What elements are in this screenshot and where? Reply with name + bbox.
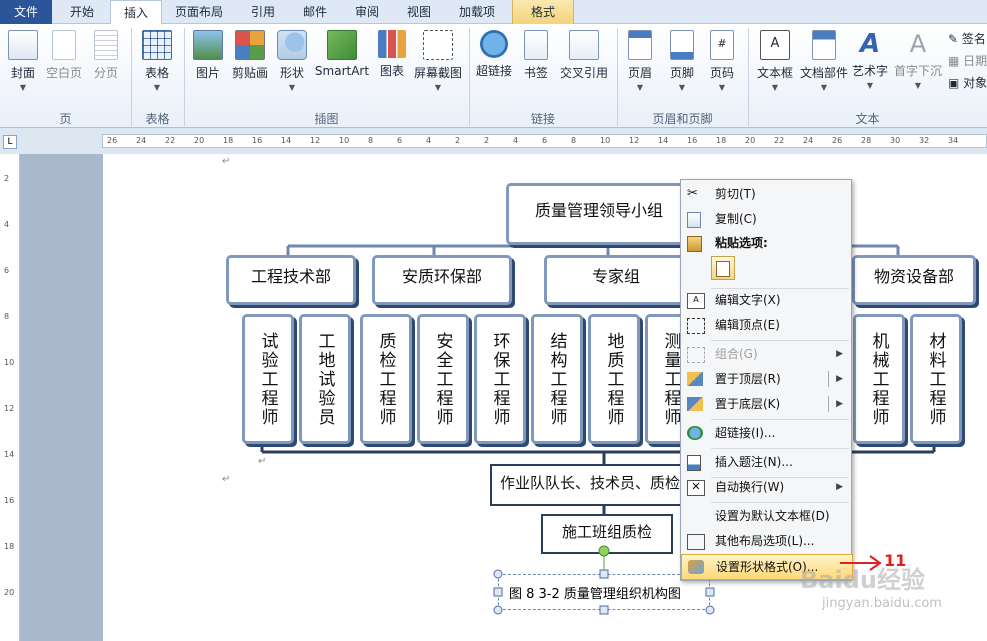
resize-handle[interactable]: [493, 569, 503, 579]
resize-handle[interactable]: [599, 569, 609, 579]
resize-handle[interactable]: [493, 587, 503, 597]
resize-handle[interactable]: [493, 605, 503, 615]
paragraph-mark: ↵: [222, 474, 231, 485]
org-role-label: 结构工程师: [546, 331, 567, 427]
org-role-label: 安全工程师: [432, 331, 453, 427]
org-dept-label: 物资设备部: [873, 267, 954, 286]
menu-item-send-to-back[interactable]: 置于底层(K) ▶: [681, 392, 851, 416]
org-dept-label: 安质环保部: [401, 267, 482, 286]
copy-icon: [687, 212, 701, 228]
menu-item-set-default-textbox[interactable]: 设置为默认文本框(D): [681, 504, 851, 528]
menu-item-label: 复制(C): [715, 212, 757, 226]
resize-handle[interactable]: [599, 605, 609, 615]
org-dept-box[interactable]: 专家组: [544, 255, 688, 305]
menu-item-edit-points[interactable]: 编辑顶点(E): [681, 313, 851, 337]
menu-item-edit-text[interactable]: A 编辑文字(X): [681, 288, 851, 312]
org-dept-box[interactable]: 物资设备部: [852, 255, 976, 305]
menu-item-paste-options: 粘贴选项:: [681, 231, 851, 255]
org-role-box[interactable]: 质检工程师: [360, 314, 412, 444]
layout-icon: [687, 534, 705, 550]
resize-handle[interactable]: [705, 587, 715, 597]
edit-text-icon: A: [687, 293, 705, 309]
paste-clipboard-icon: [716, 261, 730, 277]
menu-item-wrap-text[interactable]: ✕ 自动换行(W) ▶: [681, 475, 851, 499]
org-role-label: 质检工程师: [375, 331, 396, 427]
org-role-label: 试验工程师: [257, 331, 278, 427]
org-top-label: 质量管理领导小组: [534, 201, 663, 220]
menu-item-label: 组合(G): [715, 347, 758, 361]
rotate-handle[interactable]: [598, 545, 610, 557]
org-role-box[interactable]: 机械工程师: [853, 314, 905, 444]
menu-item-hyperlink[interactable]: 超链接(I)...: [681, 421, 851, 445]
menu-item-label: 编辑文字(X): [715, 293, 781, 307]
send-back-icon: [687, 397, 703, 411]
menu-item-label: 自动换行(W): [715, 480, 785, 494]
wrap-icon: ✕: [687, 480, 705, 496]
submenu-arrow-icon: ▶: [836, 482, 843, 492]
team-leader-box[interactable]: 作业队队长、技术员、质检: [490, 464, 690, 506]
scissors-icon: ✂: [687, 186, 698, 201]
paragraph-mark: ↵: [222, 156, 231, 167]
menu-item-more-layout[interactable]: 其他布局选项(L)...: [681, 529, 851, 553]
team-leader-label: 作业队队长、技术员、质检: [499, 474, 680, 492]
menu-item-label: 置于底层(K): [715, 397, 781, 411]
submenu-arrow-icon: ▶: [836, 374, 843, 384]
org-dept-label: 工程技术部: [250, 267, 331, 286]
menu-item-insert-caption[interactable]: 插入题注(N)...: [681, 450, 851, 474]
org-role-label: 机械工程师: [868, 331, 889, 427]
menu-item-cut[interactable]: ✂ 剪切(T): [681, 182, 851, 206]
submenu-arrow-icon: ▶: [836, 349, 843, 359]
resize-handle[interactable]: [705, 605, 715, 615]
menu-item-label: 插入题注(N)...: [715, 455, 793, 469]
paste-icon: [687, 236, 702, 252]
caption-icon: [687, 455, 701, 471]
org-role-label: 材料工程师: [925, 331, 946, 427]
hyperlink-icon: [687, 426, 703, 440]
menu-item-label: 其他布局选项(L)...: [715, 534, 815, 548]
group-icon: [687, 347, 705, 363]
crew-inspection-label: 施工班组质检: [561, 523, 652, 541]
paragraph-mark: ↵: [258, 456, 267, 467]
org-role-label: 工地试验员: [314, 331, 335, 427]
baidu-watermark-url: jingyan.baidu.com: [822, 596, 942, 611]
context-menu: ✂ 剪切(T) 复制(C) 粘贴选项: A 编辑文字(X) 编辑顶点(E) 组合…: [680, 179, 853, 581]
org-role-box[interactable]: 安全工程师: [417, 314, 469, 444]
menu-item-bring-to-front[interactable]: 置于顶层(R) ▶: [681, 367, 851, 391]
org-role-box[interactable]: 工地试验员: [299, 314, 351, 444]
org-role-box[interactable]: 环保工程师: [474, 314, 526, 444]
baidu-watermark: Baidu经验: [800, 566, 925, 594]
menu-item-group[interactable]: 组合(G) ▶: [681, 342, 851, 366]
edit-points-icon: [687, 318, 705, 334]
org-role-box[interactable]: 试验工程师: [242, 314, 294, 444]
org-top-box[interactable]: 质量管理领导小组: [506, 183, 692, 245]
menu-item-label: 设置为默认文本框(D): [715, 509, 830, 523]
bring-front-icon: [687, 372, 703, 386]
org-role-box[interactable]: 地质工程师: [588, 314, 640, 444]
format-shape-icon: [688, 560, 704, 574]
paste-keep-source-button[interactable]: [711, 256, 735, 280]
menu-item-copy[interactable]: 复制(C): [681, 207, 851, 231]
menu-item-label: 超链接(I)...: [715, 426, 776, 440]
org-role-label: 地质工程师: [603, 331, 624, 427]
org-role-label: 环保工程师: [489, 331, 510, 427]
org-role-box[interactable]: 结构工程师: [531, 314, 583, 444]
menu-item-label: 编辑顶点(E): [715, 318, 780, 332]
menu-item-label: 粘贴选项:: [715, 236, 768, 250]
org-dept-box[interactable]: 工程技术部: [226, 255, 356, 305]
org-dept-box[interactable]: 安质环保部: [372, 255, 512, 305]
menu-item-label: 置于顶层(R): [715, 372, 781, 386]
org-role-box[interactable]: 材料工程师: [910, 314, 962, 444]
submenu-arrow-icon: ▶: [836, 399, 843, 409]
org-dept-label: 专家组: [591, 267, 640, 286]
menu-item-label: 剪切(T): [715, 187, 756, 201]
